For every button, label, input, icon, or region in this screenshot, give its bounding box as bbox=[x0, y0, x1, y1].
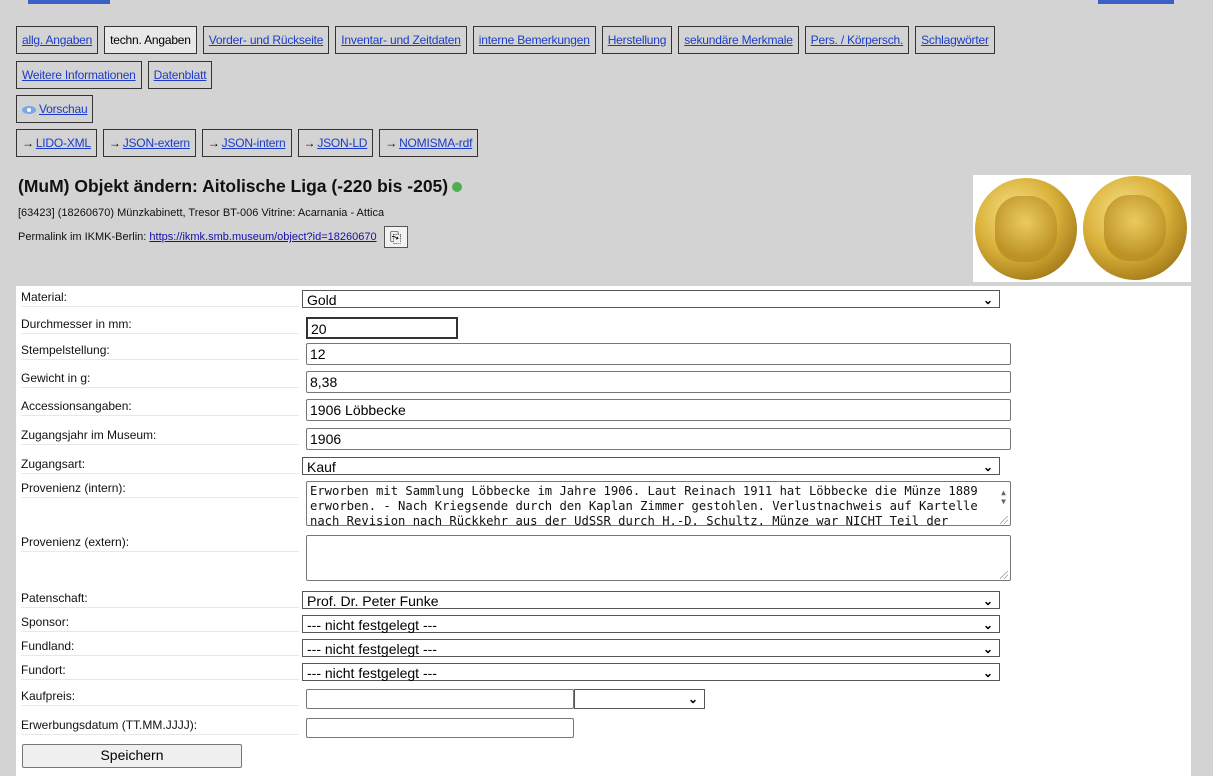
provenienz-extern-label: Provenienz (extern): bbox=[21, 535, 299, 552]
tab-bar-secondary: Weitere Informationen Datenblatt bbox=[16, 61, 213, 89]
chevron-down-icon: ⌄ bbox=[982, 293, 993, 307]
provenienz-intern-label: Provenienz (intern): bbox=[21, 481, 299, 498]
erwerbungsdatum-label: Erwerbungsdatum (TT.MM.JJJJ): bbox=[21, 718, 299, 735]
chevron-down-icon: ⌄ bbox=[982, 460, 993, 474]
accession-input[interactable]: 1906 Löbbecke bbox=[306, 399, 1011, 421]
sponsor-label: Sponsor: bbox=[21, 615, 299, 632]
kaufpreis-input[interactable] bbox=[306, 689, 574, 709]
coin-reverse bbox=[1083, 176, 1187, 280]
top-link-left[interactable] bbox=[28, 0, 110, 4]
eye-icon bbox=[22, 105, 36, 114]
resize-grip-icon[interactable] bbox=[1000, 516, 1008, 524]
export-json-extern[interactable]: → JSON-extern bbox=[102, 129, 196, 157]
export-json-intern[interactable]: → JSON-intern bbox=[201, 129, 292, 157]
preview-bar: Vorschau bbox=[16, 95, 94, 123]
tab-weitere-informationen[interactable]: Weitere Informationen bbox=[16, 61, 142, 89]
scroll-down-icon[interactable]: ▼ bbox=[1001, 494, 1006, 509]
arrow-right-icon: → bbox=[303, 136, 316, 150]
fundland-select[interactable]: --- nicht festgelegt --- ⌄ bbox=[302, 639, 1000, 657]
tab-bar-primary: allg. Angaben techn. Angaben Vorder- und… bbox=[16, 26, 995, 54]
chevron-down-icon: ⌄ bbox=[982, 642, 993, 656]
copy-link-icon[interactable]: ⎘ bbox=[383, 226, 408, 248]
tab-allg-angaben[interactable]: allg. Angaben bbox=[16, 26, 99, 54]
erwerbungsdatum-input[interactable] bbox=[306, 718, 574, 738]
permalink-link[interactable]: https://ikmk.smb.museum/object?id=182606… bbox=[149, 231, 376, 243]
sponsor-select[interactable]: --- nicht festgelegt --- ⌄ bbox=[302, 615, 1000, 633]
arrow-right-icon: → bbox=[207, 136, 220, 150]
export-nomisma-rdf[interactable]: → NOMISMA-rdf bbox=[379, 129, 479, 157]
accession-label: Accessionsangaben: bbox=[21, 399, 299, 416]
preview-button[interactable]: Vorschau bbox=[16, 95, 94, 123]
coin-image bbox=[973, 175, 1191, 282]
page-title: (MuM) Objekt ändern: Aitolische Liga (-2… bbox=[18, 176, 463, 197]
object-location: [63423] (18260670) Münzkabinett, Tresor … bbox=[18, 207, 385, 219]
stempelstellung-label: Stempelstellung: bbox=[21, 343, 299, 360]
zugangsjahr-input[interactable]: 1906 bbox=[306, 428, 1011, 450]
tab-techn-angaben[interactable]: techn. Angaben bbox=[104, 26, 197, 54]
arrow-right-icon: → bbox=[22, 136, 34, 150]
tab-sekundaere-merkmale[interactable]: sekundäre Merkmale bbox=[678, 26, 799, 54]
durchmesser-label: Durchmesser in mm: bbox=[21, 317, 299, 334]
save-button[interactable]: Speichern bbox=[22, 744, 242, 768]
provenienz-extern-textarea[interactable] bbox=[306, 535, 1011, 581]
top-link-right[interactable] bbox=[1098, 0, 1174, 4]
gewicht-input[interactable]: 8,38 bbox=[306, 371, 1011, 393]
tab-schlagwoerter[interactable]: Schlagwörter bbox=[915, 26, 995, 54]
resize-grip-icon[interactable] bbox=[1000, 571, 1008, 579]
chevron-down-icon: ⌄ bbox=[687, 692, 698, 706]
material-label: Material: bbox=[21, 290, 299, 307]
arrow-right-icon: → bbox=[108, 136, 121, 150]
status-dot-icon bbox=[452, 182, 463, 193]
stempelstellung-input[interactable]: 12 bbox=[306, 343, 1011, 365]
chevron-down-icon: ⌄ bbox=[982, 666, 993, 680]
durchmesser-input[interactable]: 20 bbox=[306, 317, 458, 339]
fundort-select[interactable]: --- nicht festgelegt --- ⌄ bbox=[302, 663, 1000, 681]
zugangsjahr-label: Zugangsjahr im Museum: bbox=[21, 428, 299, 445]
chevron-down-icon: ⌄ bbox=[982, 618, 993, 632]
tab-herstellung[interactable]: Herstellung bbox=[601, 26, 673, 54]
tab-vorder-rueckseite[interactable]: Vorder- und Rückseite bbox=[202, 26, 330, 54]
fundland-label: Fundland: bbox=[21, 639, 299, 656]
arrow-right-icon: → bbox=[385, 136, 398, 150]
export-json-ld[interactable]: → JSON-LD bbox=[297, 129, 374, 157]
tab-datenblatt[interactable]: Datenblatt bbox=[147, 61, 213, 89]
patenschaft-label: Patenschaft: bbox=[21, 591, 299, 608]
tab-pers-koerpersch[interactable]: Pers. / Körpersch. bbox=[804, 26, 910, 54]
material-select[interactable]: Gold ⌄ bbox=[302, 290, 1000, 308]
patenschaft-select[interactable]: Prof. Dr. Peter Funke ⌄ bbox=[302, 591, 1000, 609]
permalink-line: Permalink im IKMK-Berlin: https://ikmk.s… bbox=[18, 226, 408, 248]
zugangsart-select[interactable]: Kauf ⌄ bbox=[302, 457, 1000, 475]
coin-obverse bbox=[975, 178, 1077, 280]
tab-interne-bemerkungen[interactable]: interne Bemerkungen bbox=[472, 26, 596, 54]
export-bar: → LIDO-XML → JSON-extern → JSON-intern → JSO… bbox=[16, 129, 479, 157]
zugangsart-label: Zugangsart: bbox=[21, 457, 299, 474]
chevron-down-icon: ⌄ bbox=[982, 594, 993, 608]
kaufpreis-label: Kaufpreis: bbox=[21, 689, 299, 706]
tech-data-form: Material: Gold ⌄ Durchmesser in mm: 20 St… bbox=[16, 286, 1191, 776]
gewicht-label: Gewicht in g: bbox=[21, 371, 299, 388]
currency-select[interactable]: ⌄ bbox=[574, 689, 705, 709]
export-lido-xml[interactable]: → LIDO-XML bbox=[16, 129, 97, 157]
fundort-label: Fundort: bbox=[21, 663, 299, 680]
provenienz-intern-textarea[interactable]: Erworben mit Sammlung Löbbecke im Jahre … bbox=[306, 481, 1011, 526]
tab-inventar-zeitdaten[interactable]: Inventar- und Zeitdaten bbox=[335, 26, 467, 54]
